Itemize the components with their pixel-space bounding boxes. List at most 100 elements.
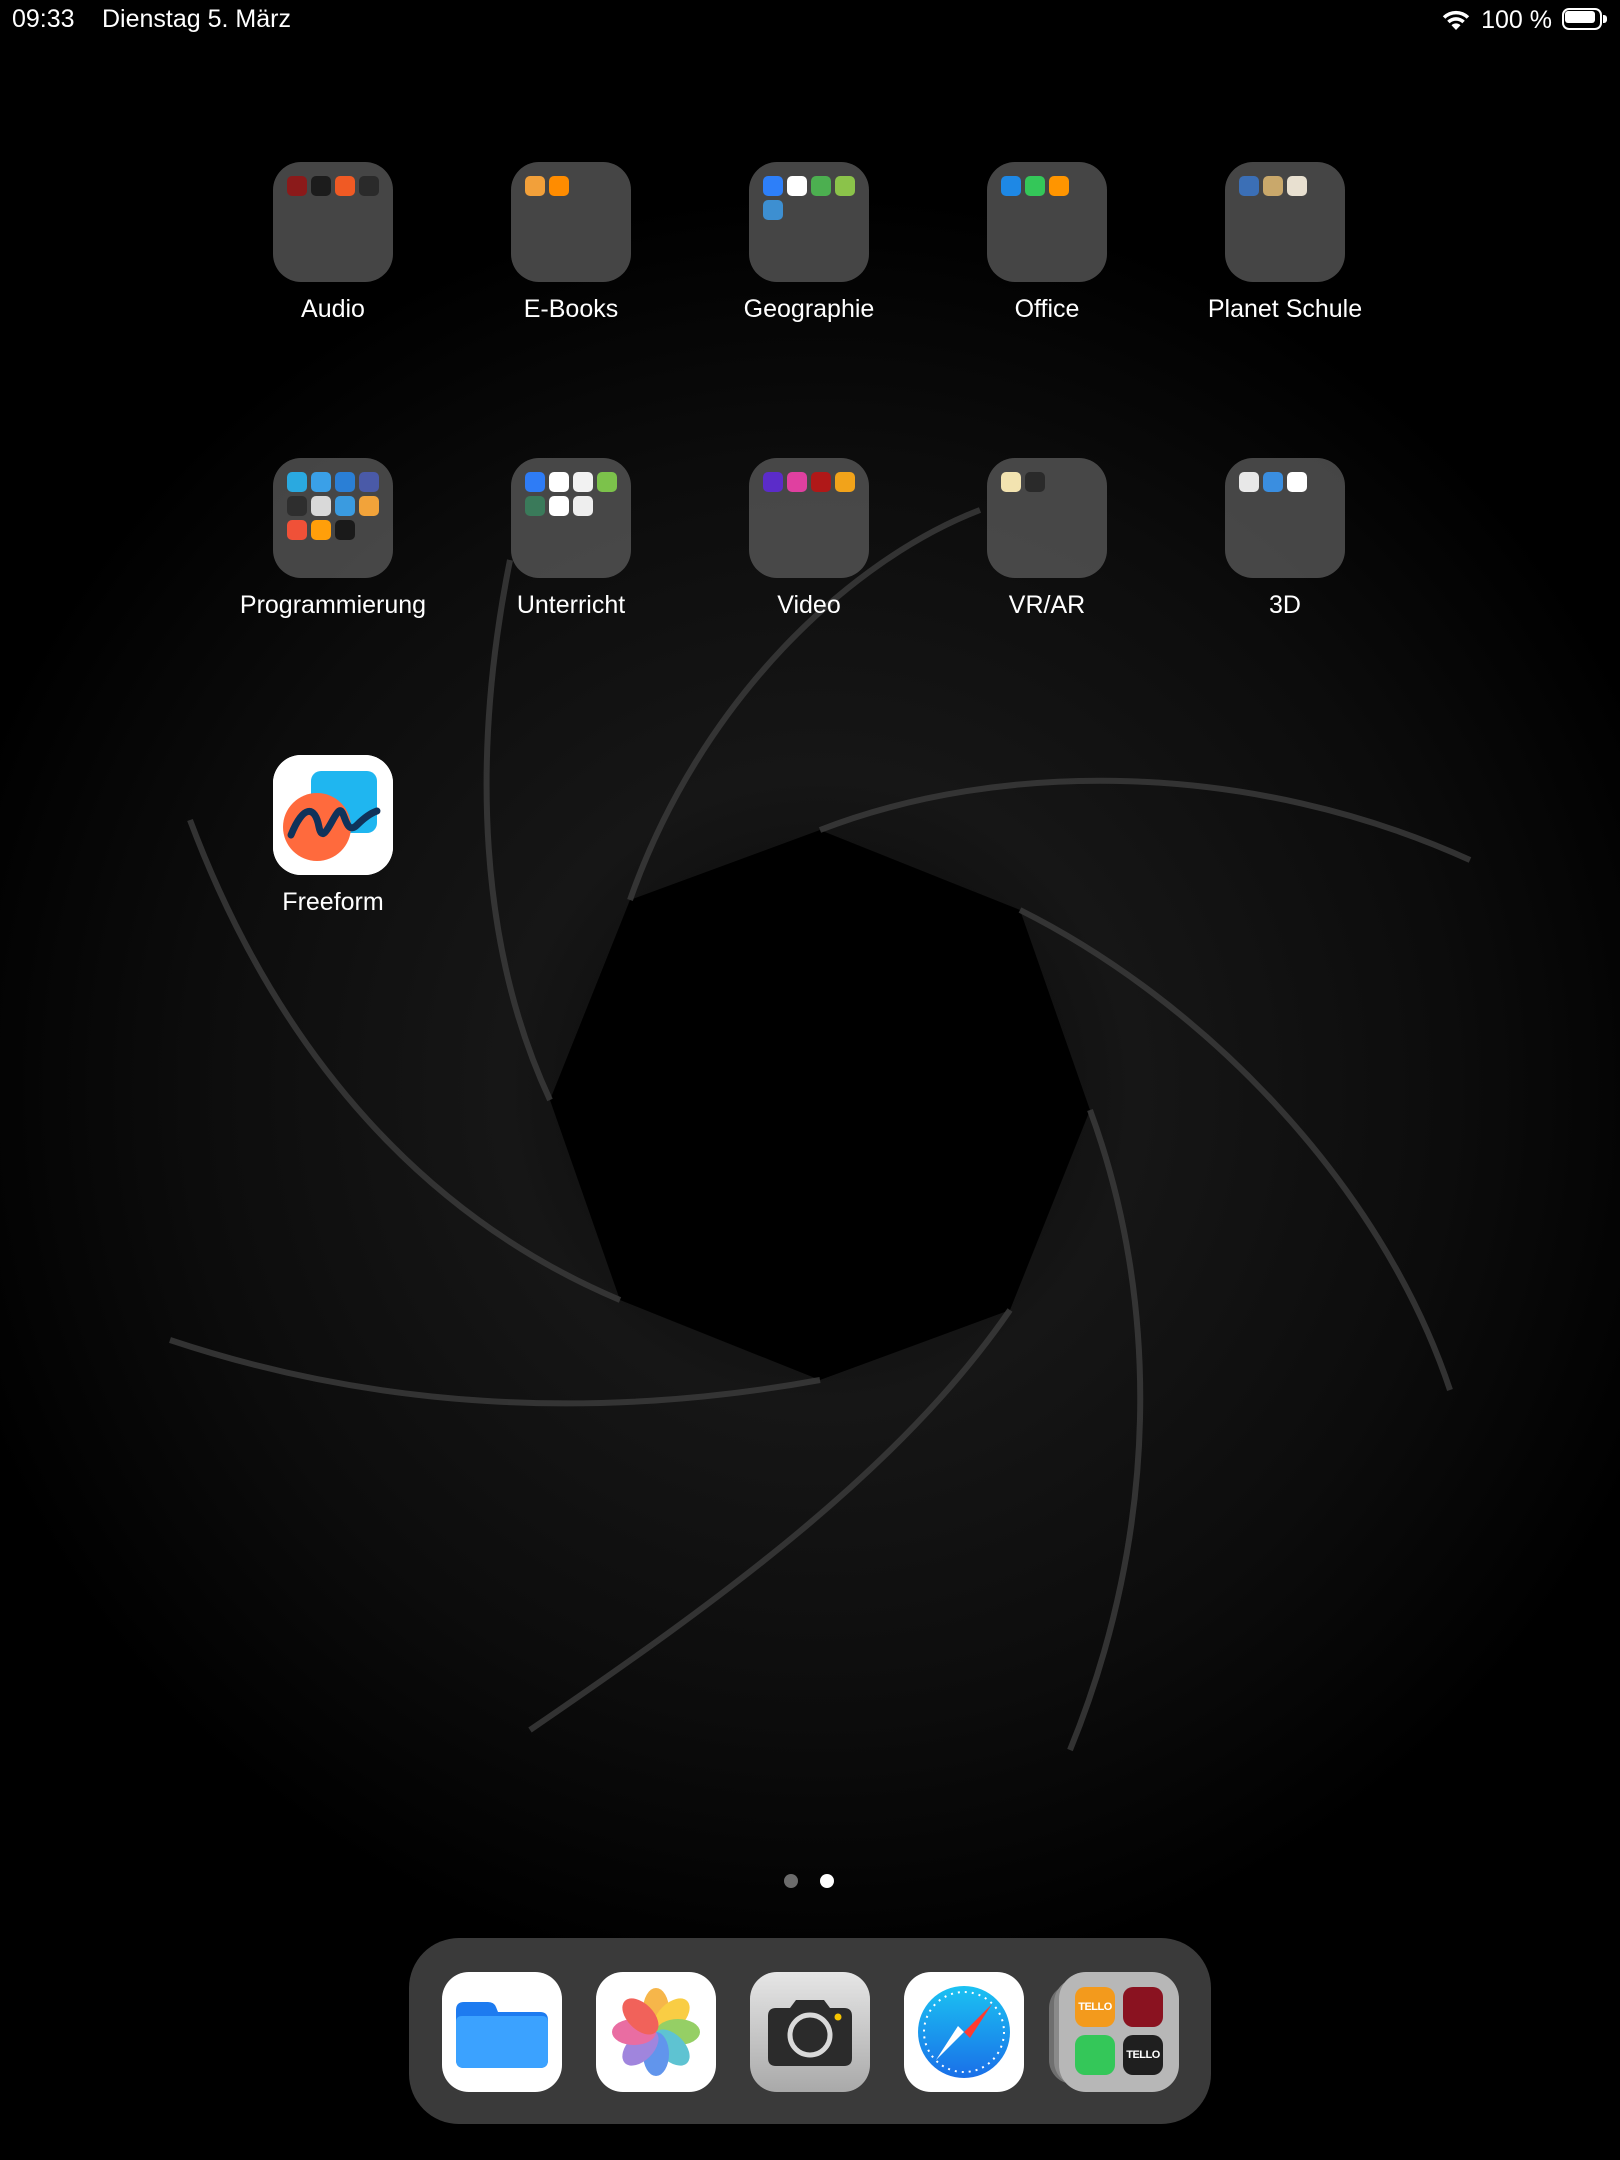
dock-recent-stack[interactable]: TELLO TELLO: [1049, 1972, 1179, 2092]
folder-office[interactable]: Office: [937, 162, 1157, 362]
folder-icon: [511, 458, 631, 578]
folder-e-books[interactable]: E-Books: [461, 162, 681, 362]
folder-unterricht[interactable]: Unterricht: [461, 458, 681, 658]
folder-label: Video: [777, 591, 841, 619]
status-bar: 09:33 Dienstag 5. März 100 %: [0, 0, 1620, 40]
mini-app-icon: [525, 472, 545, 492]
mini-app-icon: [1263, 176, 1283, 196]
mini-app-icon: [311, 496, 331, 516]
folder-vr-ar[interactable]: VR/AR: [937, 458, 1157, 658]
mini-app-icon: [787, 176, 807, 196]
mini-app-icon: [1287, 176, 1307, 196]
folder-label: Geographie: [743, 295, 875, 323]
mini-app-icon: [1001, 176, 1021, 196]
mini-app-icon: [287, 496, 307, 516]
mini-app-icon: [835, 472, 855, 492]
stack-app-icon: TELLO: [1075, 1987, 1115, 2027]
mini-app-icon: [1239, 176, 1259, 196]
status-time: 09:33: [12, 5, 75, 33]
dock: TELLO TELLO: [409, 1938, 1211, 2124]
folder-audio[interactable]: Audio: [223, 162, 443, 362]
folder-icon: [749, 162, 869, 282]
photos-icon: [596, 1972, 716, 2092]
mini-app-icon: [763, 472, 783, 492]
mini-app-icon: [311, 472, 331, 492]
folder-icon: [1225, 162, 1345, 282]
mini-app-icon: [1239, 472, 1259, 492]
dock-app-camera[interactable]: [750, 1972, 870, 2092]
status-date: Dienstag 5. März: [102, 5, 291, 33]
mini-app-icon: [335, 496, 355, 516]
folder-icon: [987, 162, 1107, 282]
folder-icon: [273, 458, 393, 578]
mini-app-icon: [811, 176, 831, 196]
folder-label: Audio: [301, 295, 365, 323]
mini-app-icon: [335, 520, 355, 540]
mini-app-icon: [549, 176, 569, 196]
mini-app-icon: [335, 176, 355, 196]
camera-icon: [750, 1972, 870, 2092]
freeform-icon: [273, 755, 393, 875]
mini-app-icon: [287, 176, 307, 196]
folder-label: E-Books: [523, 295, 619, 323]
mini-app-icon: [763, 200, 783, 220]
mini-app-icon: [835, 176, 855, 196]
mini-app-icon: [525, 176, 545, 196]
mini-app-icon: [787, 472, 807, 492]
dock-app-files[interactable]: [442, 1972, 562, 2092]
stack-app-icon: [1075, 2035, 1115, 2075]
page-dot-2[interactable]: [820, 1874, 834, 1888]
wifi-icon: [1441, 8, 1471, 32]
stack-app-icon: TELLO: [1123, 2035, 1163, 2075]
mini-app-icon: [573, 496, 593, 516]
mini-app-icon: [311, 176, 331, 196]
app-label: Freeform: [282, 888, 384, 916]
battery-icon: [1562, 8, 1608, 32]
page-indicator[interactable]: [784, 1874, 834, 1888]
mini-app-icon: [1263, 472, 1283, 492]
files-icon: [442, 1972, 562, 2092]
app-freeform[interactable]: Freeform: [223, 755, 443, 955]
mini-app-icon: [1025, 176, 1045, 196]
folder-label: Programmierung: [239, 591, 427, 619]
folder-label: VR/AR: [1008, 591, 1086, 619]
mini-app-icon: [811, 472, 831, 492]
mini-app-icon: [287, 472, 307, 492]
mini-app-icon: [763, 176, 783, 196]
mini-app-icon: [549, 472, 569, 492]
folder-label: Unterricht: [516, 591, 626, 619]
folder-planet-schule[interactable]: Planet Schule: [1175, 162, 1395, 362]
mini-app-icon: [359, 472, 379, 492]
folder-icon: [273, 162, 393, 282]
folder-video[interactable]: Video: [699, 458, 919, 658]
mini-app-icon: [1049, 176, 1069, 196]
mini-app-icon: [311, 520, 331, 540]
mini-app-icon: [549, 496, 569, 516]
mini-app-icon: [1001, 472, 1021, 492]
mini-app-icon: [1025, 472, 1045, 492]
safari-icon: [904, 1972, 1024, 2092]
mini-app-icon: [359, 176, 379, 196]
folder-icon: [987, 458, 1107, 578]
dock-app-photos[interactable]: [596, 1972, 716, 2092]
battery-percentage: 100 %: [1481, 5, 1552, 34]
mini-app-icon: [1287, 472, 1307, 492]
folder-programmierung[interactable]: Programmierung: [223, 458, 443, 658]
dock-app-safari[interactable]: [904, 1972, 1024, 2092]
folder-label: Office: [1014, 295, 1080, 323]
page-dot-1[interactable]: [784, 1874, 798, 1888]
folder-label: 3D: [1269, 591, 1301, 619]
folder-3d[interactable]: 3D: [1175, 458, 1395, 658]
mini-app-icon: [525, 496, 545, 516]
stack-app-icon: [1123, 1987, 1163, 2027]
folder-geographie[interactable]: Geographie: [699, 162, 919, 362]
mini-app-icon: [597, 472, 617, 492]
folder-icon: [749, 458, 869, 578]
mini-app-icon: [335, 472, 355, 492]
folder-icon: [1225, 458, 1345, 578]
folder-icon: [511, 162, 631, 282]
folder-label: Planet Schule: [1207, 295, 1363, 323]
mini-app-icon: [359, 496, 379, 516]
mini-app-icon: [573, 472, 593, 492]
app-library-stack-icon: TELLO TELLO: [1059, 1972, 1179, 2092]
